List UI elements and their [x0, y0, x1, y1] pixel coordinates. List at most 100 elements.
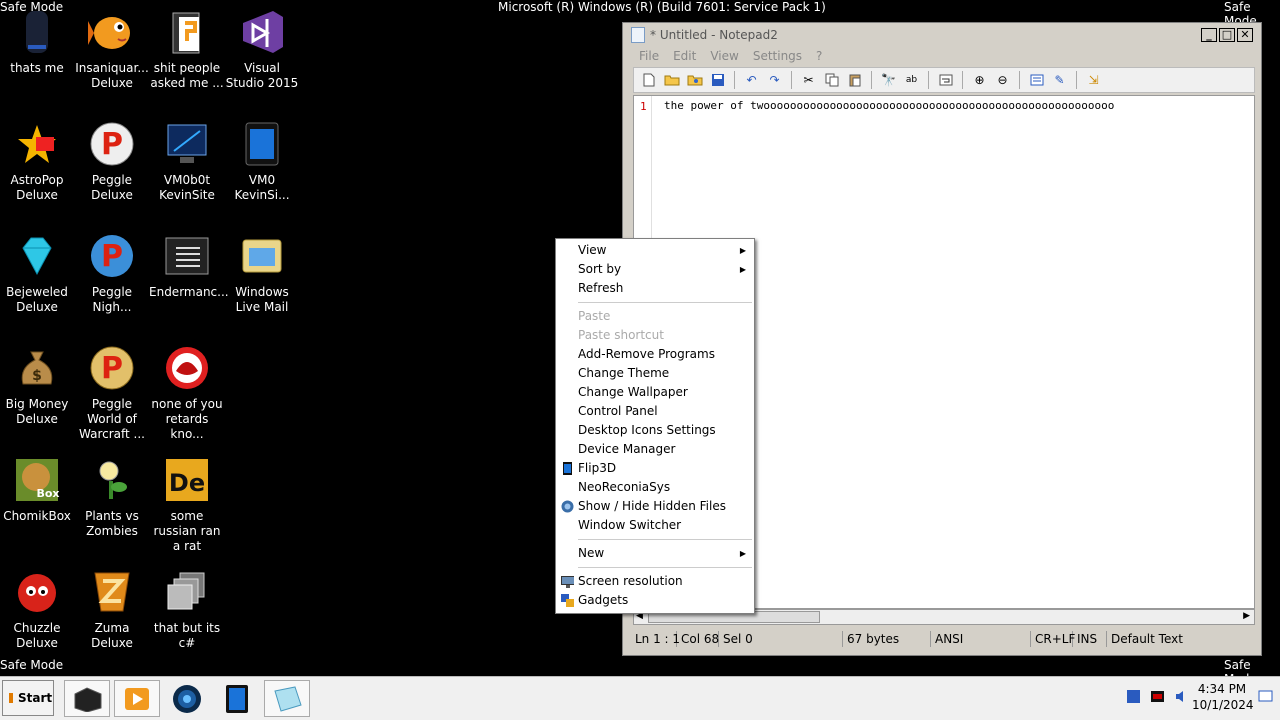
- de-app-icon: De: [163, 456, 211, 504]
- scroll-right-icon[interactable]: ▶: [1243, 611, 1250, 621]
- zoom-out-icon[interactable]: ⊖: [992, 71, 1013, 89]
- tray-notification-icon[interactable]: [1258, 689, 1273, 704]
- paste-icon[interactable]: [844, 71, 865, 89]
- submenu-arrow-icon: ▶: [739, 265, 746, 274]
- browse-icon[interactable]: [684, 71, 705, 89]
- start-button[interactable]: Start: [2, 680, 54, 716]
- desktop-icon-some-russian[interactable]: De some russian ran a rat: [149, 456, 225, 554]
- screen-resolution-icon: [561, 576, 574, 588]
- desktop-icon-insaniquarium[interactable]: Insaniquar... Deluxe: [74, 8, 150, 91]
- desktop-icon-windows-live-mail[interactable]: Windows Live Mail: [224, 232, 300, 315]
- os-build-title: Microsoft (R) Windows (R) (Build 7601: S…: [498, 0, 826, 14]
- system-clock[interactable]: 4:34 PM 10/1/2024: [1192, 681, 1254, 713]
- desktop-icon-plants-vs-zombies[interactable]: Plants vs Zombies: [74, 456, 150, 539]
- desktop-icon-astropop[interactable]: AstroPop Deluxe: [0, 120, 75, 203]
- maximize-button[interactable]: □: [1219, 28, 1235, 42]
- status-column: Col 68: [677, 631, 719, 647]
- menu-item-change-wallpaper[interactable]: Change Wallpaper: [556, 383, 754, 402]
- save-icon[interactable]: [707, 71, 728, 89]
- desktop-icon-bejeweled[interactable]: Bejeweled Deluxe: [0, 232, 75, 315]
- tray-volume-icon[interactable]: [1174, 689, 1189, 704]
- taskbar-app-notepad2[interactable]: [264, 680, 310, 717]
- menu-item-device-manager[interactable]: Device Manager: [556, 440, 754, 459]
- desktop-icon-shit-people-asked[interactable]: shit people asked me ...: [149, 8, 225, 91]
- find-icon[interactable]: 🔭: [878, 71, 899, 89]
- taskbar-app-tablet[interactable]: [214, 680, 260, 717]
- desktop-icon-vm0b0t[interactable]: VM0b0t KevinSite: [149, 120, 225, 203]
- tray-app-icon[interactable]: [1150, 689, 1165, 704]
- status-insert-mode: INS: [1073, 631, 1107, 647]
- menu-item-desktop-icons-settings[interactable]: Desktop Icons Settings: [556, 421, 754, 440]
- astropop-icon: [13, 120, 61, 168]
- speaker-icon: [13, 8, 61, 56]
- menu-item-sort-by[interactable]: Sort by ▶: [556, 260, 754, 279]
- menu-item-show-hide-hidden-files[interactable]: Show / Hide Hidden Files: [556, 497, 754, 516]
- menu-item-view[interactable]: View ▶: [556, 241, 754, 260]
- desktop-icon-vm0-kevinsite[interactable]: VM0 KevinSi...: [224, 120, 300, 203]
- desktop-icon-that-but-its-csharp[interactable]: that but its c#: [149, 568, 225, 651]
- taskbar-app-box[interactable]: [64, 680, 110, 717]
- menu-item-flip3d[interactable]: Flip3D: [556, 459, 754, 478]
- menu-item-new[interactable]: New ▶: [556, 544, 754, 563]
- hamster-icon: Box: [13, 456, 61, 504]
- red-monster-icon: [163, 344, 211, 392]
- svg-text:De: De: [169, 469, 205, 497]
- new-file-icon[interactable]: [638, 71, 659, 89]
- replace-icon[interactable]: ab: [901, 71, 922, 89]
- status-scheme[interactable]: Default Text: [1107, 631, 1247, 647]
- tray-network-icon[interactable]: [1126, 689, 1141, 704]
- copy-icon[interactable]: [821, 71, 842, 89]
- redo-icon[interactable]: ↷: [764, 71, 785, 89]
- scheme-icon[interactable]: [1026, 71, 1047, 89]
- menu-view[interactable]: View: [710, 47, 738, 65]
- menu-item-neoreconiasys[interactable]: NeoReconiaSys: [556, 478, 754, 497]
- menu-help[interactable]: ?: [816, 47, 822, 65]
- desktop-icon-zuma[interactable]: Zuma Deluxe: [74, 568, 150, 651]
- customize-icon[interactable]: ✎: [1049, 71, 1070, 89]
- zoom-in-icon[interactable]: ⊕: [969, 71, 990, 89]
- safe-mode-label-bottom-left: Safe Mode: [0, 658, 64, 672]
- desktop-icon-chuzzle[interactable]: Chuzzle Deluxe: [0, 568, 75, 651]
- menu-item-change-theme[interactable]: Change Theme: [556, 364, 754, 383]
- menu-item-paste: Paste: [578, 309, 611, 323]
- menu-item-add-remove-programs[interactable]: Add-Remove Programs: [556, 345, 754, 364]
- plant-icon: [88, 456, 136, 504]
- desktop-icon-chomikbox[interactable]: Box ChomikBox: [0, 456, 75, 524]
- desktop-icon-peggle-nights[interactable]: P Peggle Nigh...: [74, 232, 150, 315]
- status-eol[interactable]: CR+LF: [1031, 631, 1075, 647]
- desktop[interactable]: Safe Mode Microsoft (R) Windows (R) (Bui…: [0, 0, 1280, 686]
- menu-item-paste-shortcut: Paste shortcut: [578, 328, 664, 342]
- menu-item-screen-resolution[interactable]: Screen resolution: [556, 572, 754, 591]
- status-encoding[interactable]: ANSI: [931, 631, 1031, 647]
- desktop-icon-peggle-wow[interactable]: P Peggle World of Warcraft ...: [74, 344, 150, 442]
- menu-file[interactable]: File: [639, 47, 659, 65]
- word-wrap-icon[interactable]: [935, 71, 956, 89]
- clock-time: 4:34 PM: [1197, 682, 1247, 696]
- desktop-icon-thats-me[interactable]: thats me: [0, 8, 75, 76]
- exit-icon[interactable]: ⇲: [1083, 71, 1104, 89]
- stacked-windows-icon: [163, 568, 211, 616]
- close-button[interactable]: ✕: [1237, 28, 1253, 42]
- editor-text-line[interactable]: the power of twooooooooooooooooooooooooo…: [664, 99, 1114, 112]
- menu-settings[interactable]: Settings: [753, 47, 802, 65]
- menu-item-gadgets[interactable]: Gadgets: [556, 591, 754, 610]
- peggle-wow-icon: P: [88, 344, 136, 392]
- menu-item-control-panel[interactable]: Control Panel: [556, 402, 754, 421]
- cut-icon[interactable]: ✂: [798, 71, 819, 89]
- desktop-icon-endermanch[interactable]: Endermanc...: [149, 232, 229, 300]
- menu-edit[interactable]: Edit: [673, 47, 696, 65]
- undo-icon[interactable]: ↶: [741, 71, 762, 89]
- taskbar-app-media-player[interactable]: [114, 680, 160, 717]
- minimize-button[interactable]: _: [1201, 28, 1217, 42]
- desktop-icon-peggle[interactable]: P Peggle Deluxe: [74, 120, 150, 203]
- tablet-icon: [226, 684, 248, 713]
- desktop-icon-visual-studio[interactable]: Visual Studio 2015: [224, 8, 300, 91]
- open-folder-icon[interactable]: [661, 71, 682, 89]
- menu-item-window-switcher[interactable]: Window Switcher: [556, 516, 754, 535]
- notepad-title: * Untitled - Notepad2: [650, 28, 778, 42]
- desktop-icon-none-of-you[interactable]: none of you retards kno...: [149, 344, 225, 442]
- menu-item-refresh[interactable]: Refresh: [556, 279, 754, 298]
- notepad-title-bar[interactable]: * Untitled - Notepad2: [623, 23, 1261, 47]
- desktop-icon-big-money[interactable]: $ Big Money Deluxe: [0, 344, 75, 427]
- taskbar-app-globe[interactable]: [164, 680, 210, 717]
